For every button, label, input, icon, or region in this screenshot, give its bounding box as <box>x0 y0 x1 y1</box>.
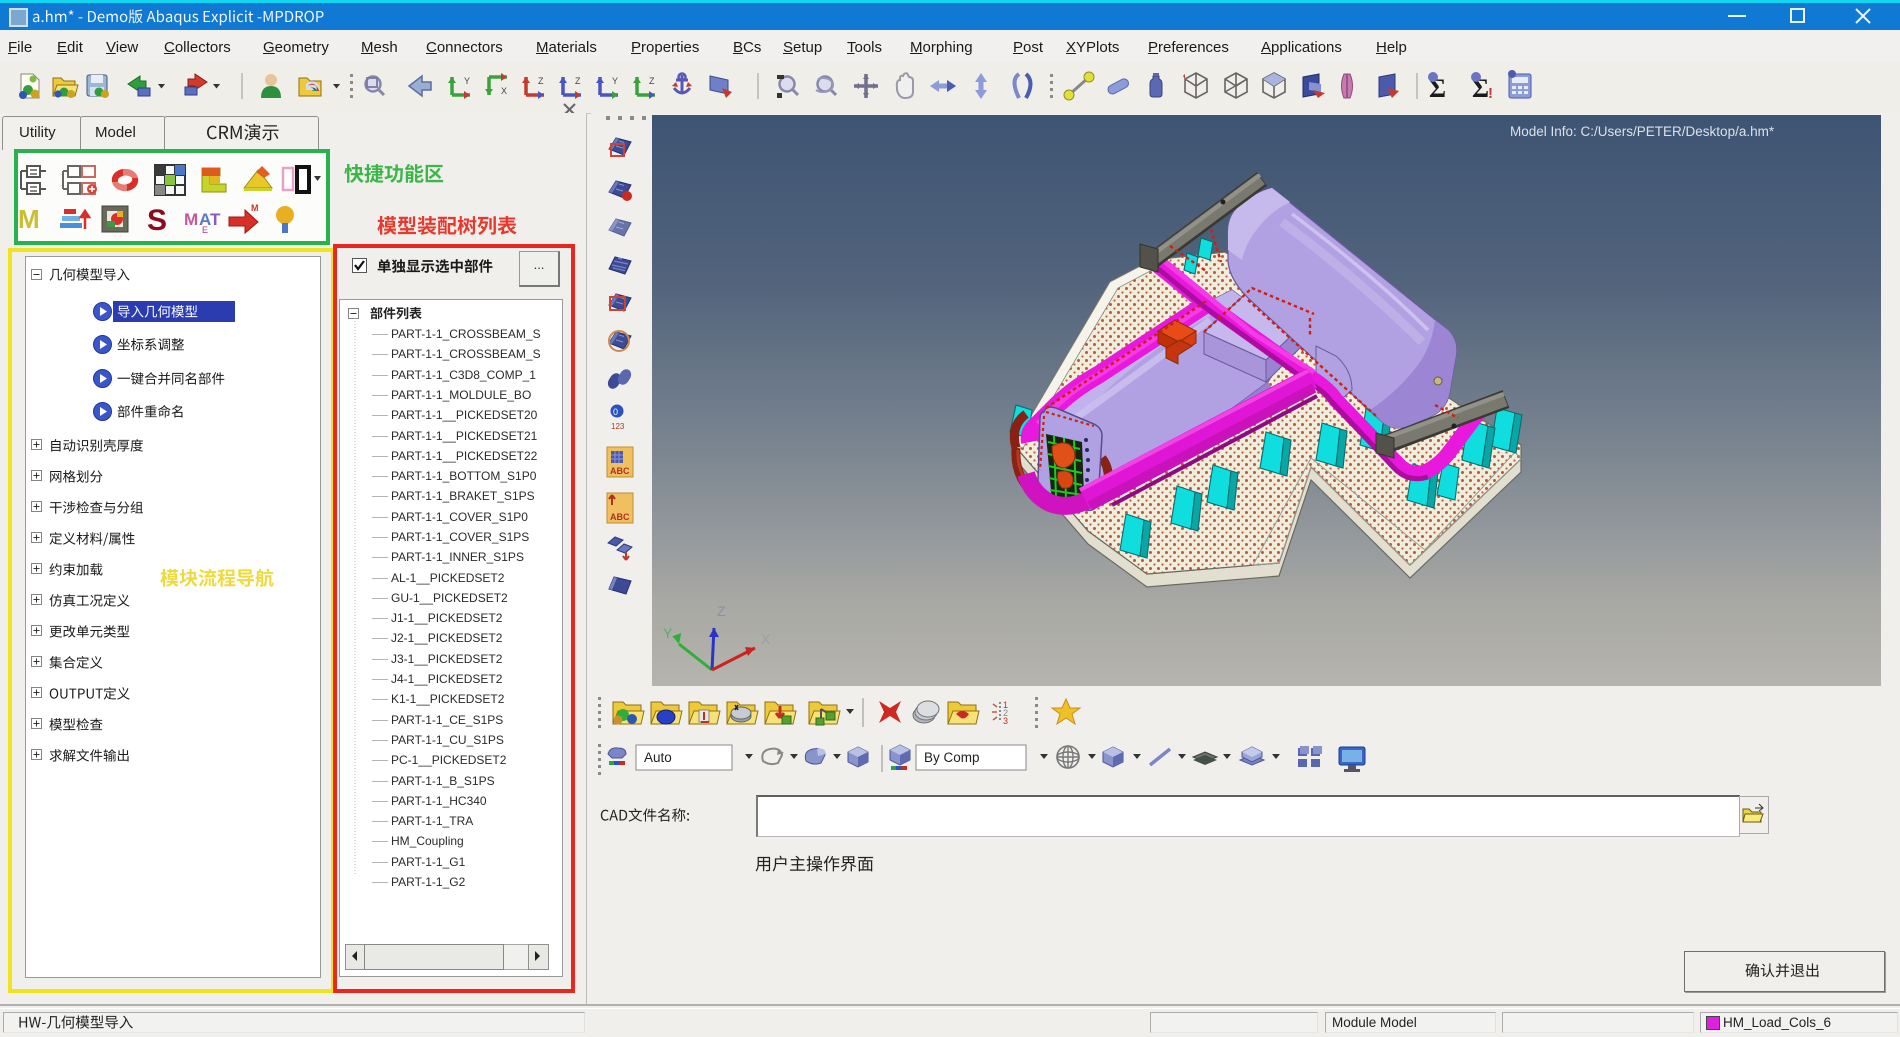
svg-text:By Comp: By Comp <box>924 750 980 765</box>
svg-text:T: T <box>210 210 221 229</box>
svg-text:ABC: ABC <box>610 512 630 522</box>
svg-text:M: M <box>18 204 40 234</box>
svg-text:X: X <box>761 631 771 647</box>
svg-text:M: M <box>251 203 259 213</box>
svg-text:Y: Y <box>612 76 618 86</box>
svg-text:Y: Y <box>464 76 470 86</box>
svg-text:Z: Z <box>538 76 544 86</box>
svg-text:3: 3 <box>1003 716 1008 726</box>
svg-text:Auto: Auto <box>644 750 672 765</box>
svg-text:Z: Z <box>717 603 726 619</box>
svg-text:Z: Z <box>575 76 581 86</box>
svg-text:Z: Z <box>649 76 655 86</box>
svg-text:0: 0 <box>613 407 618 417</box>
svg-text:S: S <box>147 204 167 237</box>
svg-text:X: X <box>501 86 507 96</box>
svg-text:M: M <box>184 210 198 229</box>
svg-text:!: ! <box>1488 85 1493 102</box>
svg-text:123: 123 <box>611 422 625 431</box>
svg-text:Y: Y <box>663 625 673 641</box>
svg-text:E: E <box>202 225 208 235</box>
svg-text:ABC: ABC <box>610 466 630 476</box>
